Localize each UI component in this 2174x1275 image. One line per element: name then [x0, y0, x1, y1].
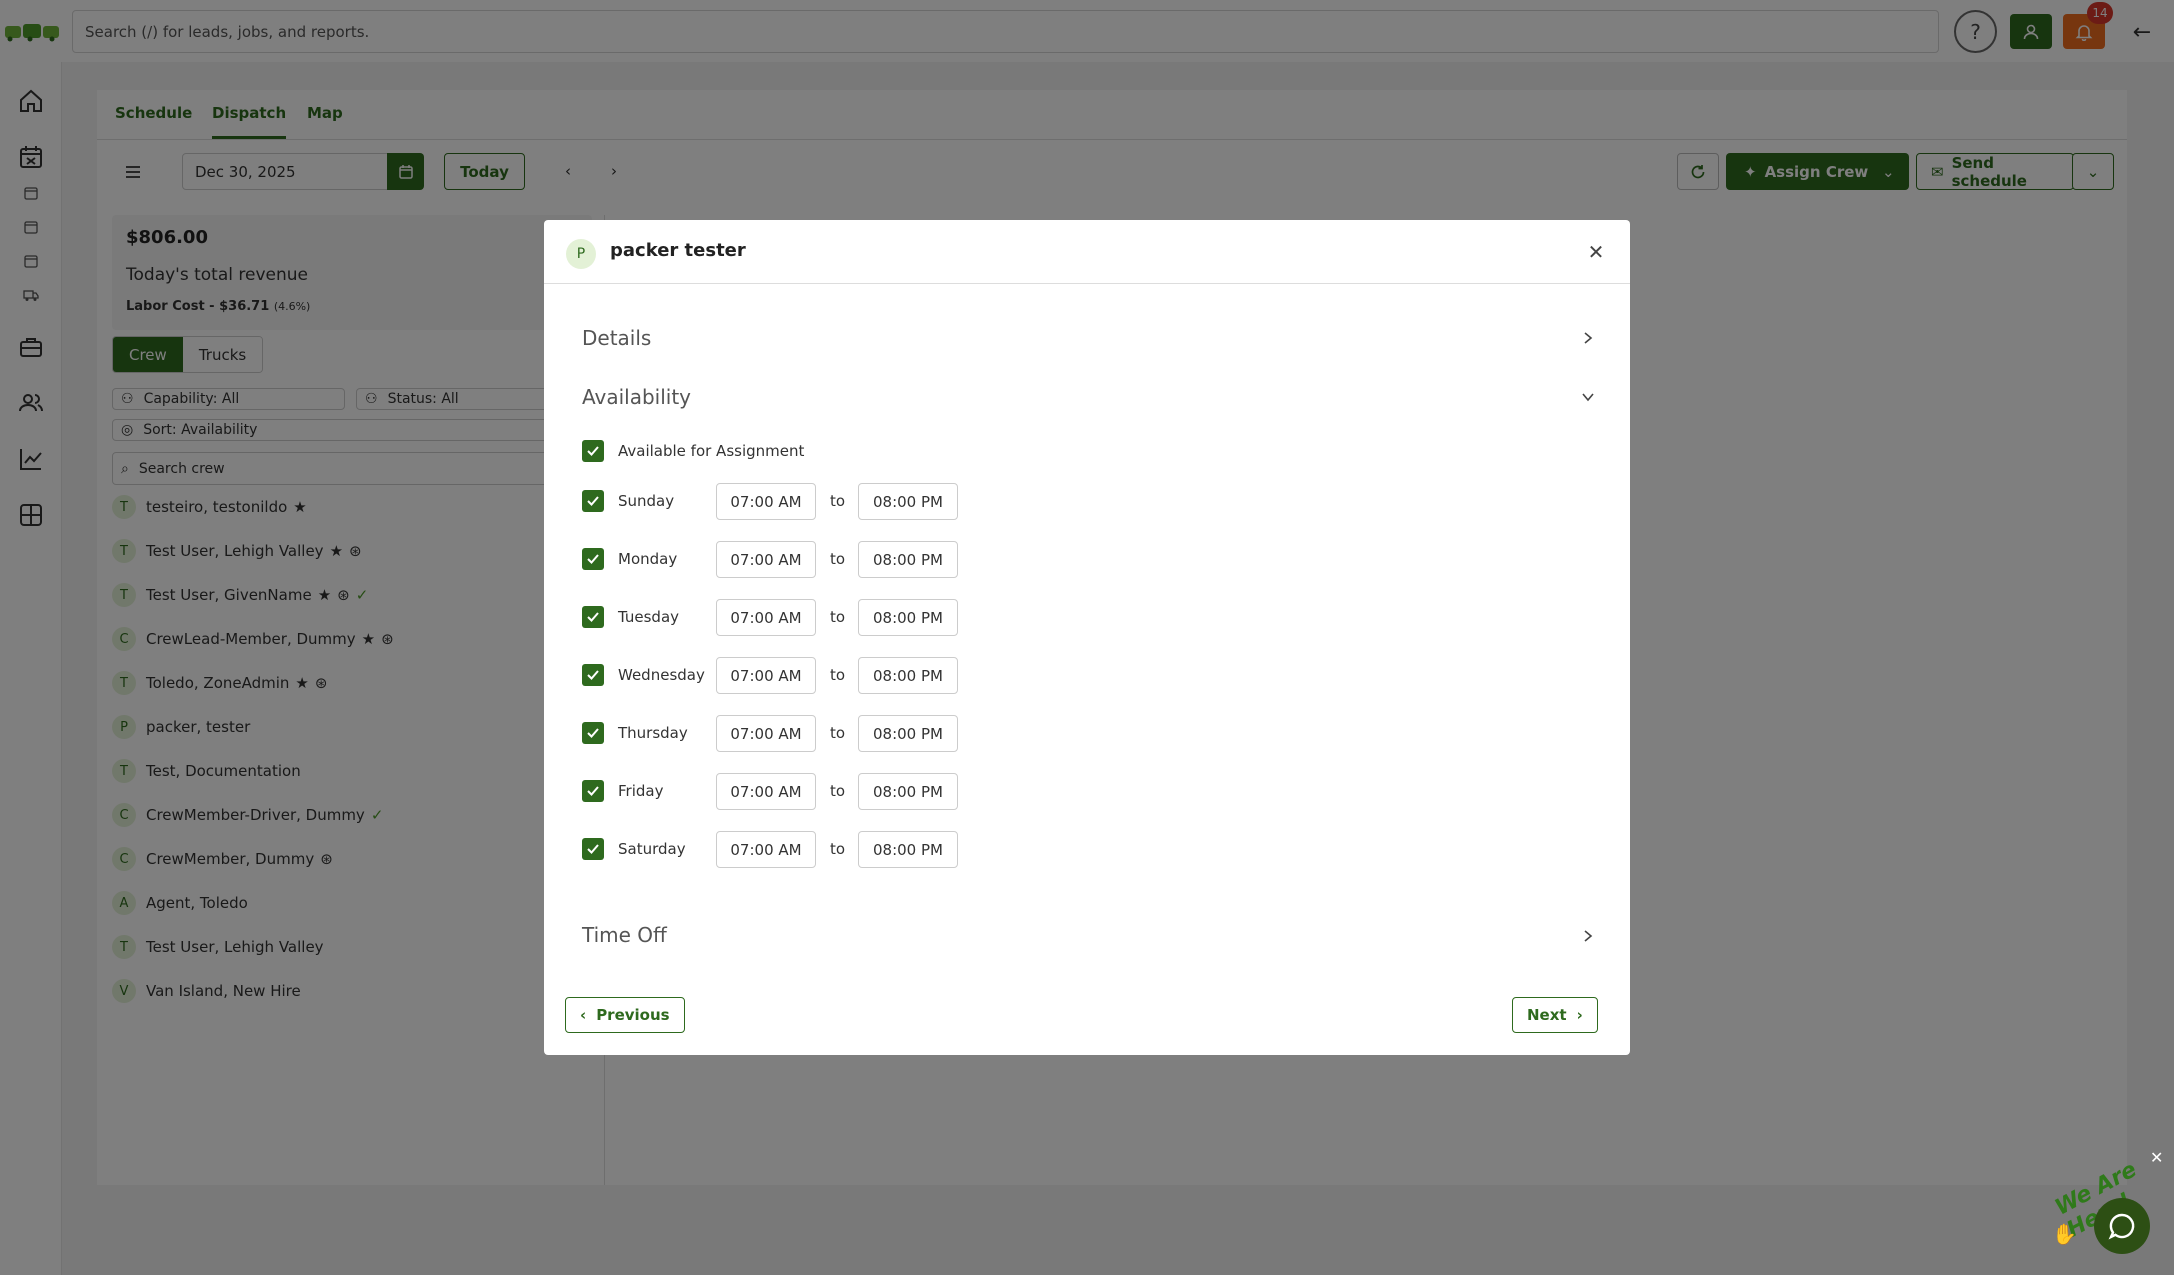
availability-section-toggle[interactable]: Availability	[582, 385, 691, 409]
chat-bubble-icon	[2108, 1213, 2135, 1240]
thursday-checkbox[interactable]	[582, 722, 604, 744]
chevron-left-icon: ‹	[580, 1006, 587, 1024]
sunday-checkbox[interactable]	[582, 490, 604, 512]
end-time-input[interactable]: 08:00 PM	[858, 715, 958, 752]
end-time-input[interactable]: 08:00 PM	[858, 599, 958, 636]
to-label: to	[830, 840, 846, 858]
end-time-input[interactable]: 08:00 PM	[858, 541, 958, 578]
day-label: Tuesday	[618, 608, 680, 626]
friday-checkbox[interactable]	[582, 780, 604, 802]
available-label: Available for Assignment	[618, 442, 805, 460]
close-icon[interactable]: ✕	[1584, 240, 1608, 264]
chevron-right-icon: ›	[1576, 1006, 1583, 1024]
previous-button[interactable]: ‹ Previous	[565, 997, 685, 1033]
details-section-toggle[interactable]: Details	[582, 326, 651, 350]
available-checkbox[interactable]	[582, 440, 604, 462]
day-label: Thursday	[618, 724, 688, 742]
day-label: Sunday	[618, 492, 675, 510]
start-time-input[interactable]: 07:00 AM	[716, 773, 816, 810]
time-off-section-toggle[interactable]: Time Off	[582, 923, 667, 947]
waving-hand-icon: ✋	[2052, 1222, 2077, 1246]
wednesday-checkbox[interactable]	[582, 664, 604, 686]
end-time-input[interactable]: 08:00 PM	[858, 773, 958, 810]
start-time-input[interactable]: 07:00 AM	[716, 657, 816, 694]
checkmark-icon	[587, 670, 599, 680]
start-time-input[interactable]: 07:00 AM	[716, 599, 816, 636]
saturday-checkbox[interactable]	[582, 838, 604, 860]
end-time-input[interactable]: 08:00 PM	[858, 831, 958, 868]
checkmark-icon	[587, 786, 599, 796]
checkmark-icon	[587, 554, 599, 564]
chevron-right-icon[interactable]	[1576, 924, 1600, 948]
day-label: Friday	[618, 782, 664, 800]
chevron-down-icon[interactable]	[1576, 385, 1600, 409]
to-label: to	[830, 492, 846, 510]
next-label: Next	[1527, 1006, 1567, 1024]
checkmark-icon	[587, 496, 599, 506]
checkmark-icon	[587, 446, 599, 456]
to-label: to	[830, 608, 846, 626]
to-label: to	[830, 550, 846, 568]
crew-member-modal: P packer tester ✕ Details Availability A…	[544, 220, 1630, 1055]
checkmark-icon	[587, 612, 599, 622]
day-label: Saturday	[618, 840, 686, 858]
day-label: Monday	[618, 550, 678, 568]
modal-header: P packer tester ✕	[544, 220, 1630, 284]
monday-checkbox[interactable]	[582, 548, 604, 570]
chevron-right-icon[interactable]	[1576, 326, 1600, 350]
end-time-input[interactable]: 08:00 PM	[858, 483, 958, 520]
checkmark-icon	[587, 844, 599, 854]
modal-title: packer tester	[610, 240, 746, 261]
to-label: to	[830, 782, 846, 800]
previous-label: Previous	[596, 1006, 670, 1024]
avatar: P	[566, 239, 596, 269]
start-time-input[interactable]: 07:00 AM	[716, 715, 816, 752]
start-time-input[interactable]: 07:00 AM	[716, 483, 816, 520]
next-button[interactable]: Next ›	[1512, 997, 1598, 1033]
to-label: to	[830, 666, 846, 684]
checkmark-icon	[587, 728, 599, 738]
start-time-input[interactable]: 07:00 AM	[716, 541, 816, 578]
end-time-input[interactable]: 08:00 PM	[858, 657, 958, 694]
chat-button[interactable]	[2094, 1198, 2150, 1254]
start-time-input[interactable]: 07:00 AM	[716, 831, 816, 868]
to-label: to	[830, 724, 846, 742]
day-label: Wednesday	[618, 666, 705, 684]
tuesday-checkbox[interactable]	[582, 606, 604, 628]
